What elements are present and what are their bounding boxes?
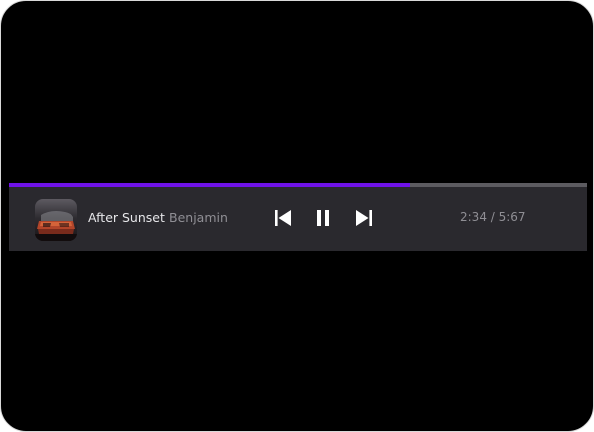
music-player-bar: After Sunset Benjamin 2:34 / 5:67	[9, 183, 587, 251]
album-art	[35, 199, 77, 241]
pause-icon	[317, 210, 329, 226]
track-artist: Benjamin	[169, 210, 228, 225]
app-window: After Sunset Benjamin 2:34 / 5:67	[0, 0, 594, 432]
progress-bar[interactable]	[9, 183, 587, 187]
skip-previous-icon	[275, 210, 291, 226]
next-track-button[interactable]	[353, 207, 375, 229]
album-art-image	[35, 199, 77, 241]
progress-fill	[9, 183, 411, 187]
playback-time: 2:34 / 5:67	[460, 210, 526, 224]
skip-next-icon	[356, 210, 372, 226]
pause-button[interactable]	[312, 207, 334, 229]
previous-track-button[interactable]	[272, 207, 294, 229]
track-title: After Sunset	[88, 210, 165, 225]
